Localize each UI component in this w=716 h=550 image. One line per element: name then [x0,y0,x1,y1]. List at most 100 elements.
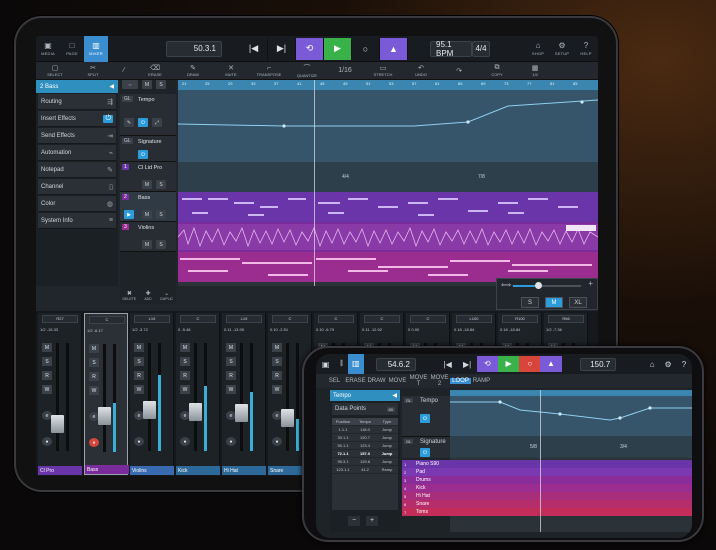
pan-knob[interactable]: C [318,315,354,323]
mixer-channel-strip[interactable]: R27 1/2 -15.33 M S R We ● Cl Pro [38,313,82,475]
signature-lane[interactable]: 4/4 7/8 [178,162,598,192]
inspector-item-color[interactable]: Color ◍ [38,196,116,212]
track-header-3[interactable]: 3 Violins M S [120,222,176,252]
mute-button[interactable]: M [142,240,152,249]
inspector-item-insert-effects[interactable]: Insert Effects ⏻ [38,111,116,127]
play-icon[interactable]: ▶ [324,37,352,60]
volume-fader-handle[interactable] [98,407,111,425]
signature-marker[interactable]: 5/8 [530,444,537,450]
glue-icon[interactable]: ⁄ [112,62,136,80]
table-row[interactable]: 33.1.1 120.7 Jump [332,434,398,442]
table-row[interactable]: 55.1.1 123.4 Jump [332,442,398,450]
pan-knob[interactable]: R66 [548,315,584,323]
loop-icon[interactable]: ⟲ [476,356,498,372]
phone-arrangement-view[interactable]: 5/8 3/4 [450,390,692,532]
mixer-channel-strip[interactable]: C0 -5.48 M S R We ● Kick [176,313,220,475]
instrument-lane-2[interactable] [178,222,598,252]
data-points-row[interactable]: Data Points 80 [332,403,398,415]
read-button[interactable]: R [272,371,282,380]
volume-fader-handle[interactable] [189,403,202,421]
track-header-2[interactable]: 2 Bass ▶ M S [120,192,176,222]
pan-knob[interactable]: R100 [502,315,538,323]
phone-track-header-tempo[interactable]: GL Tempo ⏻ [402,396,450,436]
mute-button[interactable]: M [42,343,52,352]
shop-icon[interactable]: ⌂ [644,360,660,369]
inspector-item-system-info[interactable]: System Info ≡ [38,213,116,229]
shop-icon[interactable]: ⌂ SHOP [526,36,550,62]
phone-lane-3[interactable] [450,476,692,484]
delete-icon[interactable]: ✖ DELETE [120,286,139,304]
write-button[interactable]: W [272,385,282,394]
phone-track-header-signature[interactable]: GL Signature ⏻ [402,436,450,458]
mute-button[interactable]: M [142,210,152,219]
channel-name[interactable]: Bass [85,465,129,474]
volume-fader-handle[interactable] [281,409,294,427]
track-list-icon[interactable]: ⇔ [122,80,138,89]
select-tool[interactable]: SEL [324,378,345,384]
channel-name[interactable]: Violins [130,466,174,475]
pan-knob[interactable]: C [180,315,216,323]
pan-knob[interactable]: R27 [42,315,78,323]
copy-icon[interactable]: ⧉ COPY [478,62,516,80]
loop-icon[interactable]: ⟲ [296,37,324,60]
forward-icon[interactable]: ▶| [268,37,296,60]
tempo-lane[interactable] [178,90,598,162]
signature-display[interactable]: 4/4 [472,40,490,57]
global-mute-button[interactable]: M [142,80,152,89]
mute-button[interactable]: M [134,343,144,352]
grid-icon[interactable]: 1/16 [326,62,364,80]
tempo-panel-header[interactable]: Tempo ◀ [330,390,400,401]
track-header-signature[interactable]: GL Signature ⏻ [120,136,176,162]
mixer-icon[interactable]: ▥ MIXER [84,36,108,62]
channel-name[interactable]: Cl Pro [38,466,82,475]
pan-knob[interactable]: C [364,315,400,323]
write-button[interactable]: W [42,385,52,394]
record-arm-icon[interactable]: ● [272,437,282,446]
inspector-item-send-effects[interactable]: Send Effects ⇥ [38,128,116,144]
phone-lane-6[interactable] [450,500,692,508]
phone-tempo-lane[interactable] [450,396,692,436]
help-icon[interactable]: ? [676,360,692,369]
undo-icon[interactable]: ↶ UNDO [402,62,440,80]
gear-icon[interactable]: ⚙ SETUP [550,36,574,62]
inspector-item-routing[interactable]: Routing ⇶ [38,94,116,110]
size-xl-button[interactable]: XL [569,297,587,308]
mute-button[interactable]: M [180,343,190,352]
solo-button[interactable]: S [134,357,144,366]
record-arm-icon[interactable]: ● [226,437,236,446]
inspector-item-automation[interactable]: Automation ⌁ [38,145,116,161]
gear-icon[interactable]: ⚙ [660,360,676,369]
ramp-tool[interactable]: RAMP [471,378,492,384]
collapse-icon[interactable]: ◀ [392,392,397,399]
phone-track-header[interactable]: 7 Toms [402,508,450,516]
select-icon[interactable]: ▢ SELECT [36,62,74,80]
size-medium-button[interactable]: M [545,297,563,308]
erase-tool[interactable]: ERASE [345,378,366,384]
mixer-channel-strip[interactable]: L19 0.11 -13.95 M S R We ● Hi Hat [222,313,266,475]
forward-icon[interactable]: ▶| [457,360,476,369]
global-solo-button[interactable]: S [156,80,166,89]
zoom-slider[interactable] [513,282,581,289]
draw-icon[interactable]: ✎ DRAW [174,62,212,80]
power-icon[interactable]: ⏻ [138,150,148,159]
signature-marker[interactable]: 3/4 [620,444,627,450]
phone-tempo-display[interactable]: 150.7 [579,357,617,371]
solo-button[interactable]: S [156,210,166,219]
solo-button[interactable]: S [272,357,282,366]
phone-playhead[interactable] [540,390,541,532]
table-row[interactable]: 95.3.1 129.8 Jump [332,458,398,466]
arrangement-view[interactable]: 21 25 29 33 37 41 45 49 51 53 57 61 65 69 73 77 81 85 4/4… [178,80,598,286]
pan-knob[interactable]: C [272,315,308,323]
write-button[interactable]: W [134,385,144,394]
phone-track-header[interactable]: 1 Piano S90 [402,460,450,468]
help-icon[interactable]: ? HELP [574,36,598,62]
move-t-tool[interactable]: MOVE T [408,375,429,387]
phone-position-display[interactable]: 54.6.2 [375,357,416,371]
mute-button[interactable]: M [142,180,152,189]
record-arm-icon[interactable]: ● [42,437,52,446]
read-button[interactable]: R [180,371,190,380]
instrument-lane-1[interactable] [178,192,598,222]
move-2-tool[interactable]: MOVE 2 [429,375,450,387]
rewind-icon[interactable]: |◀ [240,37,268,60]
solo-button[interactable]: S [156,180,166,189]
